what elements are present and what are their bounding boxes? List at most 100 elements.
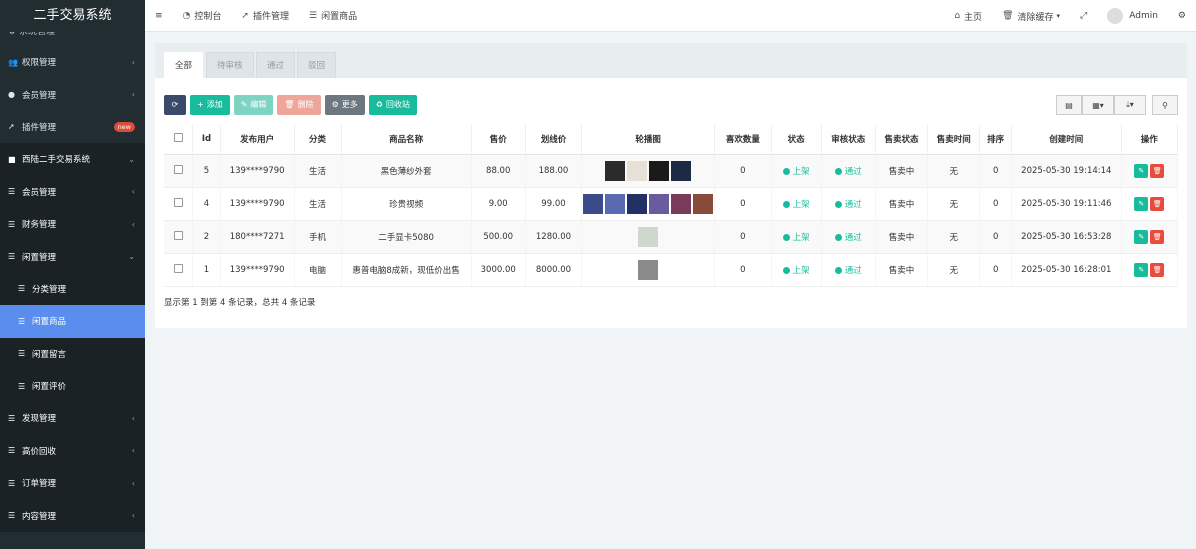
cell-status[interactable]: 上架 [771, 154, 822, 188]
sidebar-item-finance[interactable]: ☰ 财务管理 ‹ [0, 207, 145, 241]
carousel-thumbnail[interactable] [693, 193, 714, 214]
row-checkbox[interactable] [173, 230, 183, 240]
sidebar-item-recycle[interactable]: ☰ 高价回收 ‹ [0, 434, 145, 468]
column-header[interactable]: 发布用户 [220, 124, 295, 155]
audit-badge[interactable]: 通过 [845, 167, 862, 177]
columns-button[interactable]: ▦▾ [1082, 95, 1114, 115]
toggle-view-button[interactable]: ▤ [1056, 95, 1082, 115]
clear-cache-button[interactable]: 🗑 清除缓存 ▾ [992, 0, 1070, 32]
sidebar-item-idle-review[interactable]: ☰ 闲置评价 [0, 369, 145, 403]
row-edit-button[interactable]: ✎ [1134, 196, 1149, 211]
sidebar-item-permission[interactable]: 👥 权限管理 ‹ [0, 46, 145, 78]
carousel-thumbnail[interactable] [627, 160, 648, 181]
tab-pending[interactable]: 待审核 [206, 52, 254, 78]
sidebar-item-member-mgmt[interactable]: ☰ 会员管理 ‹ [0, 175, 145, 208]
menu-toggle-button[interactable]: ≡ [145, 0, 173, 32]
cell-audit[interactable]: 通过 [821, 220, 876, 254]
app-logo[interactable]: 二手交易系统 [0, 0, 145, 32]
recycle-bin-button[interactable]: ♻ 回收站 [368, 95, 417, 115]
sidebar-item-category[interactable]: ☰ 分类管理 [0, 272, 145, 306]
row-delete-button[interactable]: 🗑 [1150, 262, 1165, 277]
table-row[interactable]: 4 139****9790 生活 珍贵视频 9.00 99.00 0 上架 通过 售卖中 无 0 202… [164, 187, 1179, 221]
audit-badge[interactable]: 通过 [845, 266, 862, 276]
user-menu[interactable]: Admin [1097, 0, 1168, 32]
table-row[interactable]: 2 180****7271 手机 二手显卡5080 500.00 1280.00 0 上架 通过… [164, 220, 1179, 254]
nav-idle-goods[interactable]: ☰ 闲置商品 [299, 0, 367, 32]
column-header[interactable]: 排序 [979, 124, 1013, 155]
refresh-button[interactable]: ⟳ [164, 95, 186, 115]
sidebar-item-xilu[interactable]: ■ 西陆二手交易系统 ⌄ [0, 143, 145, 176]
status-badge[interactable]: 上架 [793, 200, 810, 210]
sidebar-item-idle[interactable]: ☰ 闲置管理 ⌄ [0, 240, 145, 273]
column-header[interactable]: 分类 [294, 124, 342, 155]
sidebar-item-plugins[interactable]: ➚ 插件管理 new [0, 111, 145, 143]
column-header[interactable]: 喜欢数量 [714, 124, 772, 155]
column-header[interactable]: 划线价 [525, 124, 583, 155]
cell-audit[interactable]: 通过 [821, 253, 876, 287]
row-edit-button[interactable]: ✎ [1134, 262, 1149, 277]
cell-status[interactable]: 上架 [771, 253, 822, 287]
sidebar-item-orders[interactable]: ☰ 订单管理 ‹ [0, 467, 145, 500]
column-header[interactable]: Id [192, 124, 221, 155]
status-badge[interactable]: 上架 [793, 167, 810, 177]
row-edit-button[interactable]: ✎ [1134, 229, 1149, 244]
column-header[interactable]: 商品名称 [341, 124, 472, 155]
sidebar-item-idle-goods[interactable]: ☰ 闲置商品 [0, 305, 145, 338]
status-badge[interactable]: 上架 [793, 266, 810, 276]
sidebar-item-content[interactable]: ☰ 内容管理 ‹ [0, 499, 145, 532]
row-checkbox[interactable] [173, 263, 183, 273]
cell-audit[interactable]: 通过 [821, 154, 876, 188]
column-header[interactable]: 售卖状态 [875, 124, 929, 155]
column-header[interactable]: 审核状态 [821, 124, 876, 155]
carousel-thumbnail[interactable] [649, 193, 670, 214]
delete-button[interactable]: 🗑 删除 [277, 95, 321, 115]
tab-rejected[interactable]: 驳回 [297, 52, 337, 78]
row-checkbox[interactable] [173, 164, 183, 174]
carousel-thumbnail[interactable] [671, 193, 692, 214]
audit-badge[interactable]: 通过 [845, 200, 862, 210]
tab-approved[interactable]: 通过 [256, 52, 296, 78]
audit-badge[interactable]: 通过 [845, 233, 862, 243]
edit-button[interactable]: ✎ 编辑 [233, 95, 274, 115]
table-row[interactable]: 5 139****9790 生活 黑色薄纱外套 88.00 188.00 0 上架 通过 售卖中 无… [164, 154, 1179, 188]
carousel-thumbnail[interactable] [638, 226, 659, 247]
sidebar-item-member[interactable]: ● 会员管理 ‹ [0, 78, 145, 110]
select-cell[interactable] [164, 253, 194, 287]
export-button[interactable]: ⤓▾ [1114, 95, 1146, 115]
nav-plugins[interactable]: ➚ 插件管理 [231, 0, 299, 32]
table-row[interactable]: 1 139****9790 电脑 惠普电脑8成新，现低价出售 3000.00 8000.0… [164, 253, 1179, 287]
settings-button[interactable]: ⚙ [1168, 0, 1196, 32]
carousel-thumbnail[interactable] [649, 160, 670, 181]
carousel-thumbnail[interactable] [605, 193, 626, 214]
select-all-checkbox[interactable] [173, 132, 183, 142]
add-button[interactable]: + 添加 [190, 95, 230, 115]
sidebar-item-idle-message[interactable]: ☰ 闲置留言 [0, 337, 145, 370]
select-cell[interactable] [164, 220, 194, 254]
home-link[interactable]: ⌂ 主页 [944, 0, 992, 32]
cell-audit[interactable]: 通过 [821, 187, 876, 221]
sidebar-item-discover[interactable]: ☰ 发现管理 ‹ [0, 402, 145, 435]
column-header[interactable]: 售价 [471, 124, 526, 155]
row-delete-button[interactable]: 🗑 [1150, 163, 1165, 178]
nav-dashboard[interactable]: ◔ 控制台 [173, 0, 232, 32]
cell-status[interactable]: 上架 [771, 220, 822, 254]
tab-all[interactable]: 全部 [164, 52, 204, 78]
column-header[interactable]: 轮播图 [581, 124, 716, 155]
status-badge[interactable]: 上架 [793, 233, 810, 243]
row-checkbox[interactable] [173, 197, 183, 207]
column-header[interactable]: 状态 [771, 124, 822, 155]
column-header[interactable]: 创建时间 [1011, 124, 1122, 155]
select-all-cell[interactable] [164, 124, 194, 155]
select-cell[interactable] [164, 187, 194, 221]
carousel-thumbnail[interactable] [627, 193, 648, 214]
carousel-thumbnail[interactable] [605, 160, 626, 181]
row-delete-button[interactable]: 🗑 [1150, 229, 1165, 244]
column-header[interactable]: 售卖时间 [927, 124, 981, 155]
carousel-thumbnail[interactable] [583, 193, 604, 214]
select-cell[interactable] [164, 154, 194, 188]
column-header[interactable]: 操作 [1121, 124, 1179, 155]
more-button[interactable]: ⚙ 更多 [324, 95, 365, 115]
cell-status[interactable]: 上架 [771, 187, 822, 221]
carousel-thumbnail[interactable] [638, 259, 659, 280]
search-button[interactable]: ⚲ [1152, 95, 1178, 115]
